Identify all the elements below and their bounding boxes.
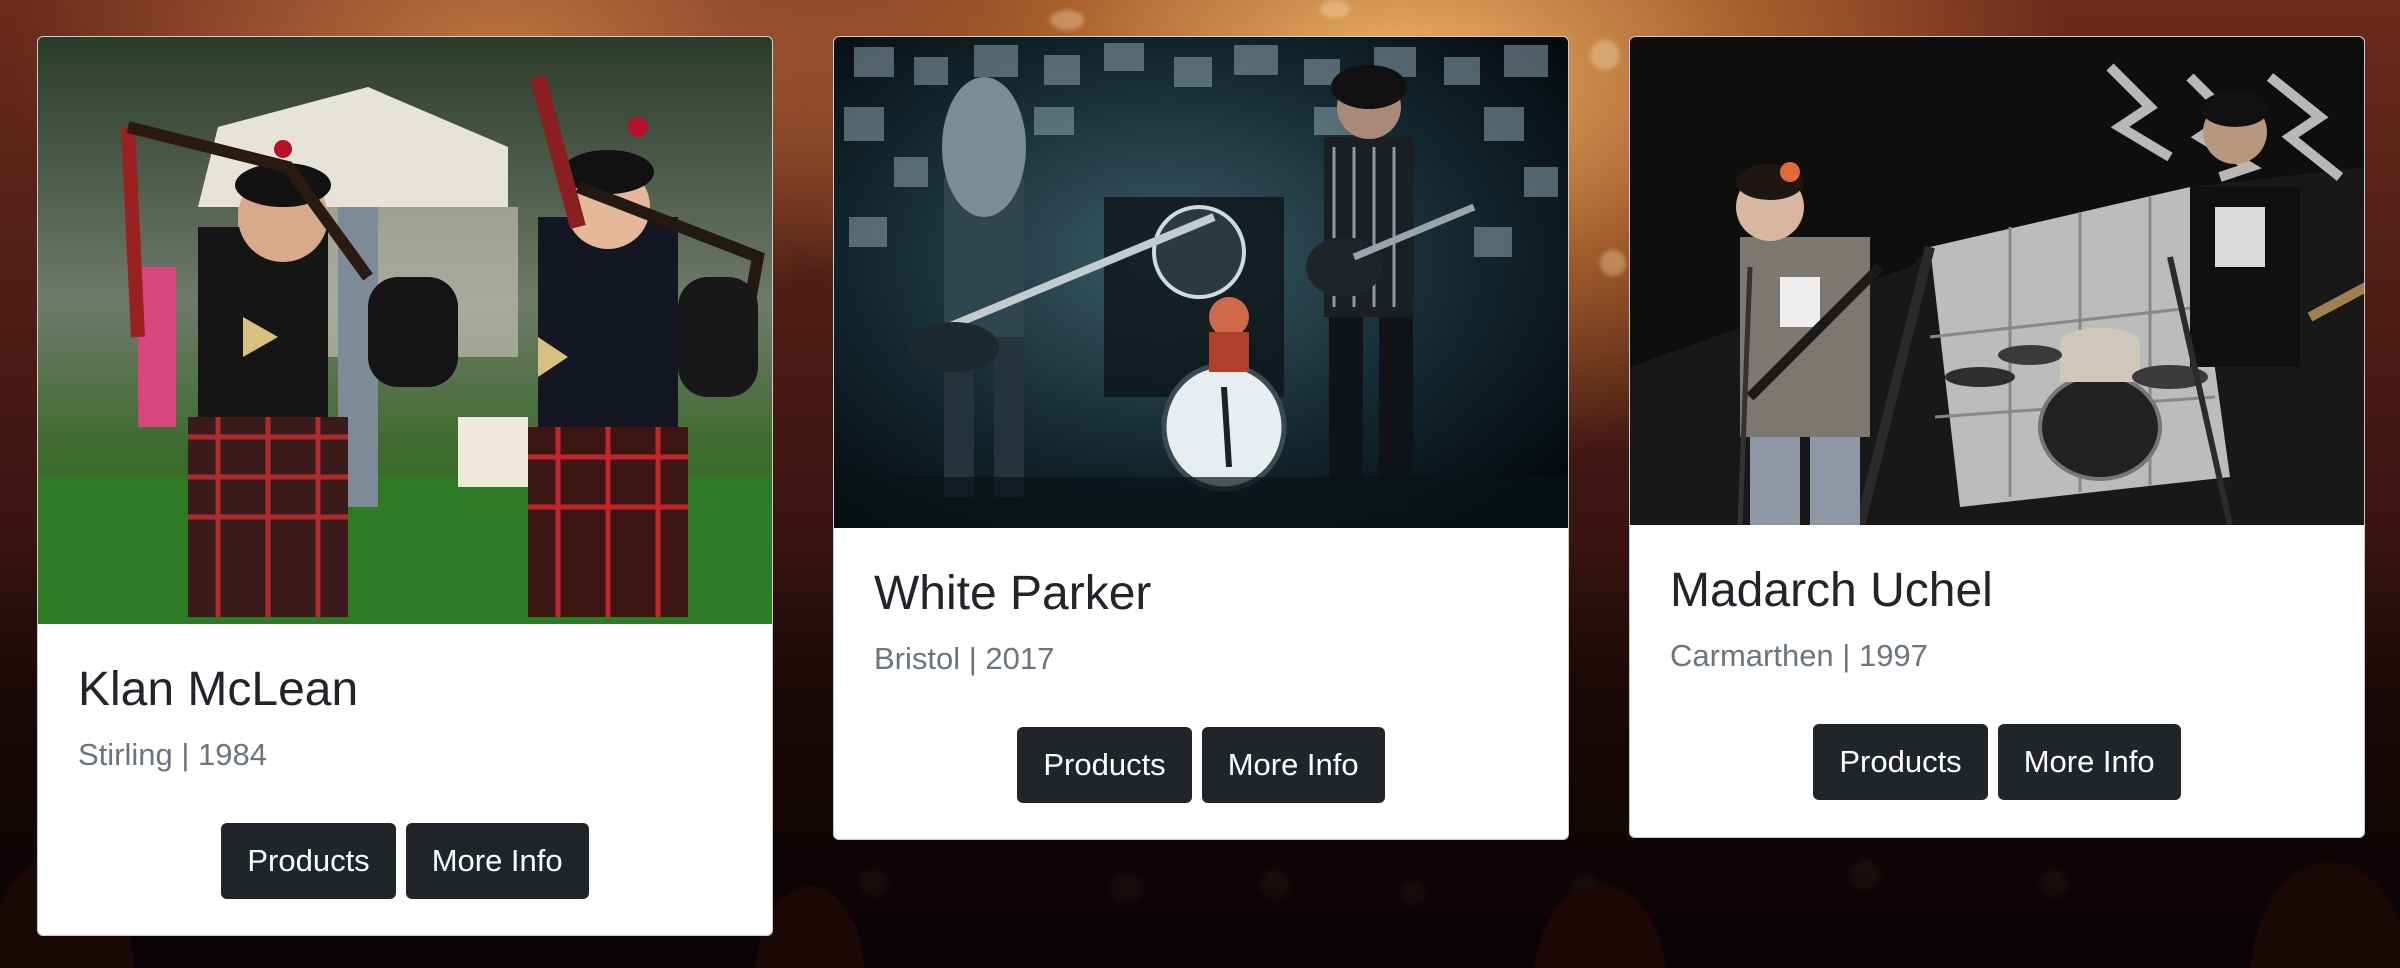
products-button[interactable]: Products [221, 822, 396, 899]
artist-photo [1630, 37, 2364, 525]
artist-photo [834, 37, 1568, 528]
products-button[interactable]: Products [1017, 726, 1192, 803]
artist-location-year: Stirling | 1984 [78, 736, 267, 772]
card-body: Klan McLean Stirling | 1984 Products Mor… [38, 624, 772, 935]
artist-photo [38, 37, 772, 624]
card-actions: Products More Info [874, 726, 1528, 803]
artist-name: Klan McLean [78, 663, 359, 716]
card-body: White Parker Bristol | 2017 Products Mor… [834, 528, 1568, 839]
artist-location-year: Bristol | 2017 [874, 640, 1055, 676]
artist-card: Klan McLean Stirling | 1984 Products Mor… [37, 36, 773, 936]
more-info-button[interactable]: More Info [1997, 723, 2181, 800]
card-body: Madarch Uchel Carmarthen | 1997 Products… [1630, 525, 2364, 837]
artist-card: Madarch Uchel Carmarthen | 1997 Products… [1629, 36, 2365, 838]
artist-name: Madarch Uchel [1670, 564, 1993, 617]
artist-card: White Parker Bristol | 2017 Products Mor… [833, 36, 1569, 840]
more-info-button[interactable]: More Info [405, 822, 589, 899]
products-button[interactable]: Products [1813, 723, 1988, 800]
more-info-button[interactable]: More Info [1201, 726, 1385, 803]
card-actions: Products More Info [1670, 723, 2324, 800]
card-actions: Products More Info [78, 822, 732, 899]
artist-location-year: Carmarthen | 1997 [1670, 637, 1928, 673]
artist-name: White Parker [874, 567, 1152, 620]
